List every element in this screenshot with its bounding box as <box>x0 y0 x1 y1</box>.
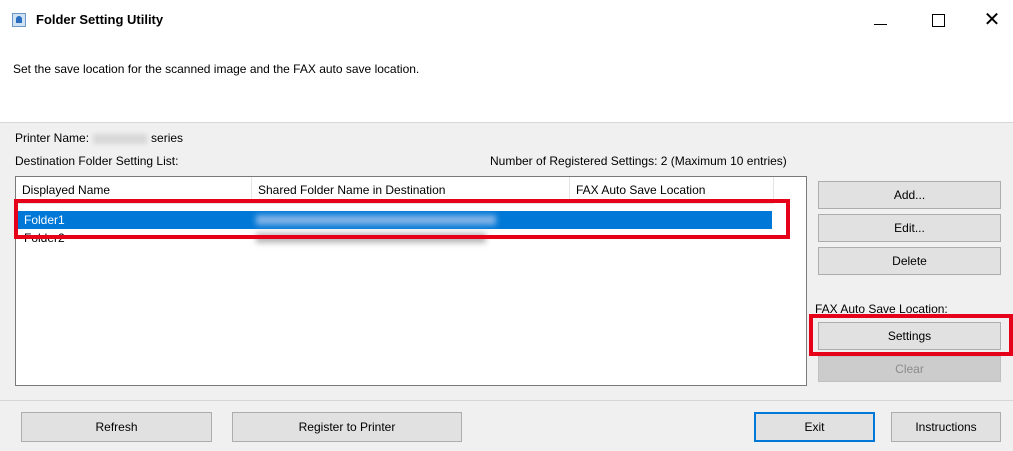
maximize-button[interactable] <box>916 6 960 34</box>
registered-count-text: Number of Registered Settings: 2 (Maximu… <box>490 154 787 168</box>
row-displayed-name: Folder2 <box>24 231 65 245</box>
destination-list-label: Destination Folder Setting List: <box>15 154 179 168</box>
row-shared-folder-redacted <box>256 233 486 243</box>
close-button[interactable]: ✕ <box>970 6 1013 34</box>
title-bar: Folder Setting Utility ✕ <box>0 0 1013 40</box>
settings-button[interactable]: Settings <box>818 322 1001 350</box>
column-displayed-name[interactable]: Displayed Name <box>16 177 252 203</box>
column-shared-folder-name[interactable]: Shared Folder Name in Destination <box>252 177 570 203</box>
exit-button[interactable]: Exit <box>754 412 875 442</box>
printer-name-label: Printer Name: <box>15 131 90 145</box>
row-displayed-name: Folder1 <box>24 213 65 227</box>
list-row[interactable]: Folder2 <box>18 229 772 247</box>
printer-model-redacted <box>93 133 148 144</box>
instruction-text: Set the save location for the scanned im… <box>13 62 420 76</box>
list-row[interactable]: Folder1 <box>18 211 772 229</box>
close-icon: ✕ <box>983 9 1001 31</box>
folder-setting-window: Folder Setting Utility ✕ Set the save lo… <box>0 0 1013 451</box>
window-title: Folder Setting Utility <box>36 12 164 27</box>
destination-folder-list[interactable]: Displayed Name Shared Folder Name in Des… <box>15 176 807 386</box>
column-fax-auto-save[interactable]: FAX Auto Save Location <box>570 177 774 203</box>
list-header: Displayed Name Shared Folder Name in Des… <box>16 177 774 204</box>
app-icon <box>12 13 26 27</box>
instruction-band <box>0 40 1013 123</box>
delete-button[interactable]: Delete <box>818 247 1001 275</box>
minimize-icon <box>873 23 887 25</box>
maximize-icon <box>931 13 945 27</box>
refresh-button[interactable]: Refresh <box>21 412 212 442</box>
row-shared-folder-redacted <box>256 215 496 225</box>
register-to-printer-button[interactable]: Register to Printer <box>232 412 462 442</box>
printer-name-row: Printer Name: series <box>15 131 183 145</box>
clear-button[interactable]: Clear <box>818 356 1001 382</box>
instructions-button[interactable]: Instructions <box>891 412 1001 442</box>
edit-button[interactable]: Edit... <box>818 214 1001 242</box>
printer-series-suffix: series <box>151 131 184 145</box>
fax-auto-save-label: FAX Auto Save Location: <box>815 302 948 316</box>
footer-separator <box>0 400 1013 401</box>
minimize-button[interactable] <box>858 6 902 34</box>
add-button[interactable]: Add... <box>818 181 1001 209</box>
